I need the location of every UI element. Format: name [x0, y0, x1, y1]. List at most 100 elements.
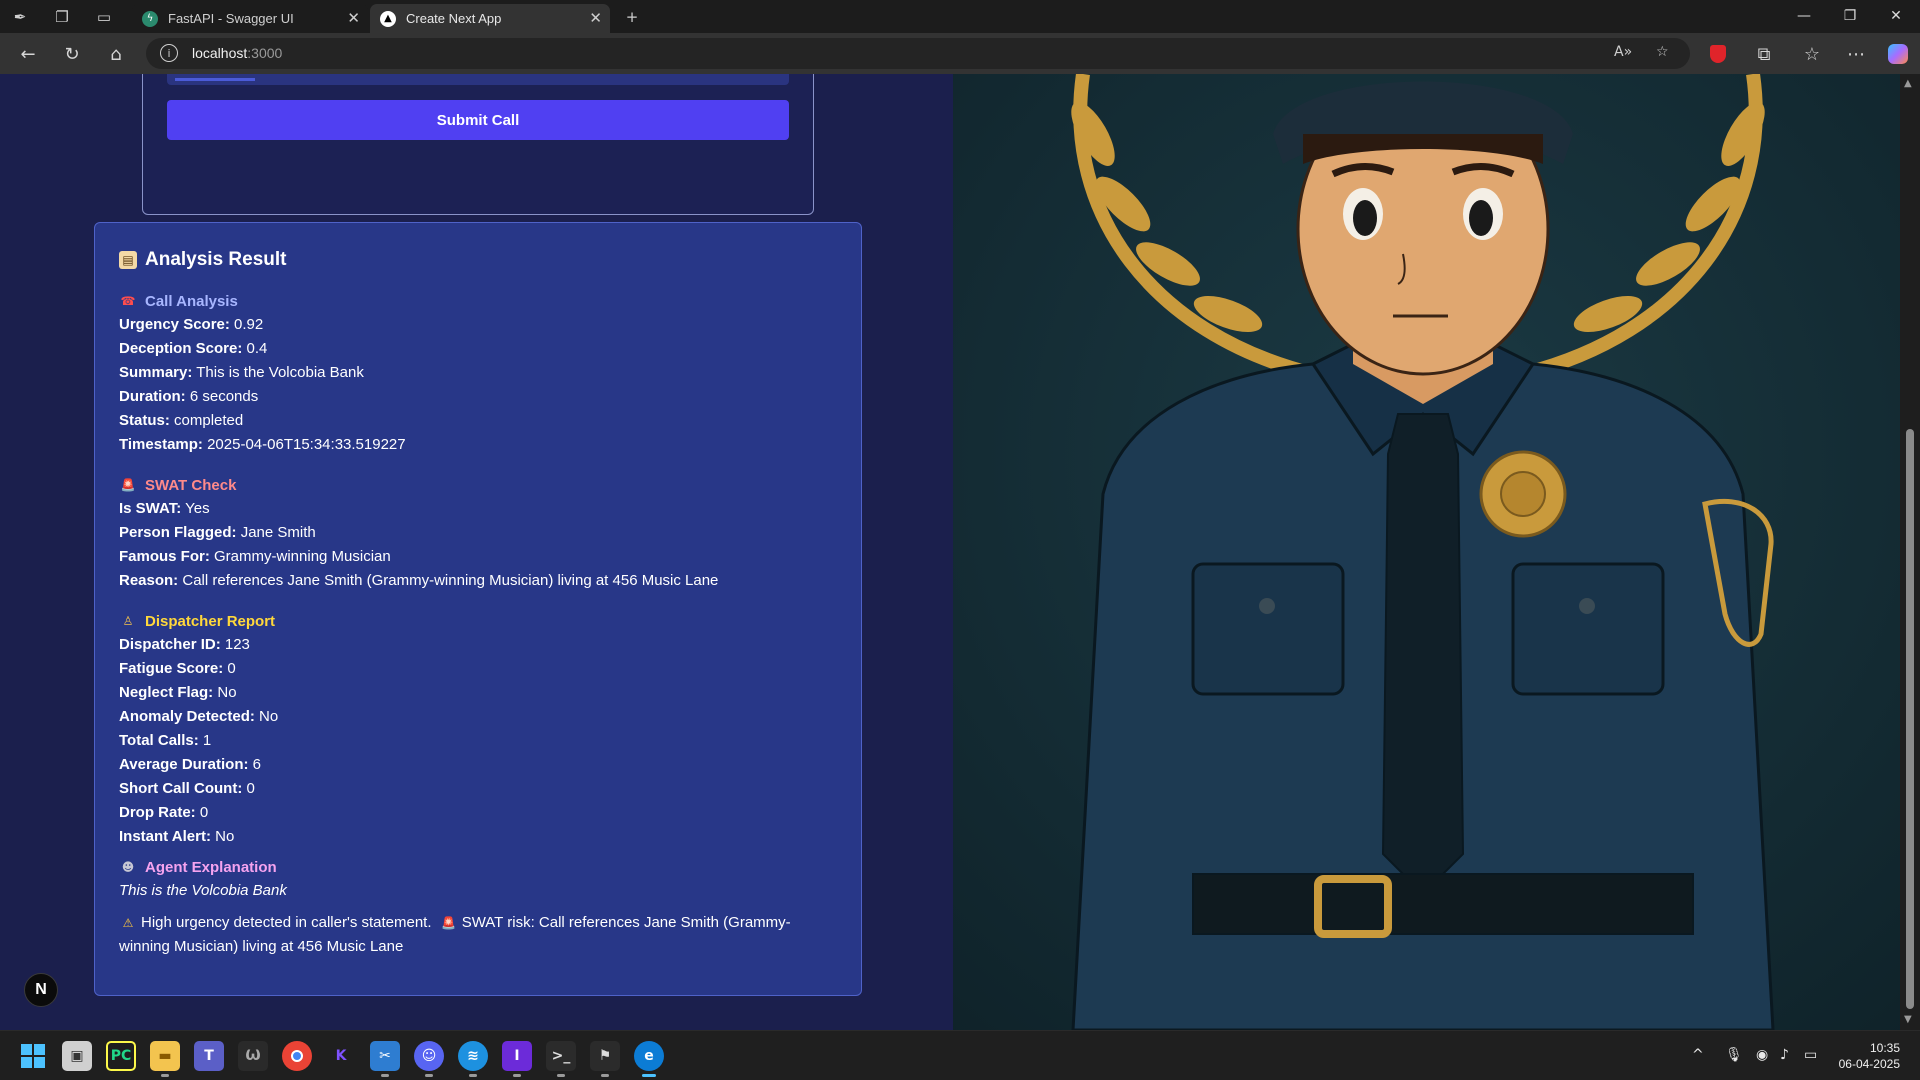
- windows-start-icon[interactable]: [18, 1041, 48, 1071]
- call-analysis-section: ☎ Call Analysis Urgency Score: 0.92 Dece…: [119, 289, 839, 457]
- famous-for-row: Famous For: Grammy-winning Musician: [119, 548, 391, 565]
- terminal-icon[interactable]: >_: [546, 1041, 576, 1077]
- tray-overflow-icon[interactable]: ^: [1692, 1047, 1704, 1063]
- tab-title: FastAPI - Swagger UI: [168, 11, 294, 26]
- anomaly-detected-row: Anomaly Detected: No: [119, 708, 279, 725]
- warning-icon: ⚠: [122, 916, 134, 930]
- deception-score-row: Deception Score: 0.4: [119, 340, 268, 357]
- agent-explanation-section: ☻ Agent Explanation This is the Volcobia…: [119, 855, 839, 959]
- analysis-result-title: Analysis Result: [145, 249, 287, 270]
- analysis-result-heading: ▤ Analysis Result: [119, 249, 287, 271]
- summary-row: Summary: This is the Volcobia Bank: [119, 364, 364, 381]
- scroll-up-icon[interactable]: ▲: [1904, 78, 1912, 89]
- battery-icon[interactable]: ▭: [1804, 1047, 1817, 1063]
- more-menu-icon[interactable]: ⋯: [1844, 42, 1868, 66]
- agent-note: ⚠ High urgency detected in caller's state…: [119, 914, 791, 955]
- section-title: SWAT Check: [145, 476, 237, 494]
- tab-title: Create Next App: [406, 11, 502, 26]
- urgency-score-row: Urgency Score: 0.92: [119, 316, 264, 333]
- tab-fastapi[interactable]: ϟ FastAPI - Swagger UI ✕: [132, 4, 368, 33]
- section-title: Dispatcher Report: [145, 612, 276, 630]
- task-view-icon[interactable]: ▣: [62, 1041, 92, 1071]
- refresh-icon[interactable]: ↻: [60, 42, 84, 66]
- page-scrollbar[interactable]: ▲ ▼: [1900, 74, 1920, 1030]
- reason-row: Reason: Call references Jane Smith (Gram…: [119, 572, 719, 589]
- edge-icon[interactable]: e: [634, 1041, 664, 1077]
- snipping-tool-icon[interactable]: ✂: [370, 1041, 400, 1077]
- intellij-icon[interactable]: I: [502, 1041, 532, 1077]
- fastapi-favicon-icon: ϟ: [142, 10, 158, 27]
- copilot-icon[interactable]: [1886, 42, 1910, 66]
- scroll-down-icon[interactable]: ▼: [1904, 1014, 1912, 1025]
- clipboard-icon: ▤: [119, 251, 137, 269]
- section-title: Agent Explanation: [145, 858, 277, 876]
- teams-icon[interactable]: T: [194, 1041, 224, 1071]
- tab-create-next-app[interactable]: ▲ Create Next App ✕: [370, 4, 610, 33]
- instant-alert-row: Instant Alert: No: [119, 828, 235, 845]
- tab-actions-icon[interactable]: ▭: [93, 6, 115, 28]
- status-row: Status: completed: [119, 412, 244, 429]
- chrome-icon[interactable]: [282, 1041, 312, 1071]
- read-aloud-icon[interactable]: A»: [1614, 44, 1632, 60]
- close-window-icon[interactable]: ✕: [1874, 4, 1918, 28]
- person-flagged-row: Person Flagged: Jane Smith: [119, 524, 316, 541]
- extension-adblock-icon[interactable]: [1706, 42, 1730, 66]
- neglect-flag-row: Neglect Flag: No: [119, 684, 237, 701]
- favorite-star-icon[interactable]: ☆: [1656, 44, 1669, 60]
- dispatcher-report-heading: ♙ Dispatcher Report: [119, 609, 839, 633]
- dispatcher-id-row: Dispatcher ID: 123: [119, 636, 250, 653]
- site-info-icon[interactable]: i: [160, 44, 178, 62]
- close-tab-icon[interactable]: ✕: [589, 9, 602, 27]
- is-swat-row: Is SWAT: Yes: [119, 500, 210, 517]
- dispatcher-report-section: ♙ Dispatcher Report Dispatcher ID: 123 F…: [119, 609, 839, 849]
- navigation-bar: ← ↻ ⌂ i localhost:3000 A» ☆ ⧉ ☆ ⋯: [0, 33, 1920, 74]
- section-title: Call Analysis: [145, 292, 238, 310]
- short-call-count-row: Short Call Count: 0: [119, 780, 255, 797]
- restore-icon[interactable]: ❐: [1828, 4, 1872, 28]
- docker-icon[interactable]: ≋: [458, 1041, 488, 1077]
- form-input-partial[interactable]: [167, 74, 789, 85]
- browser-profile-icon[interactable]: ✒: [9, 6, 31, 28]
- extensions-icon[interactable]: ⧉: [1752, 42, 1776, 66]
- police-officer-illustration: [953, 74, 1900, 1030]
- discord-icon[interactable]: ☺: [414, 1041, 444, 1077]
- robot-icon: ☻: [121, 860, 135, 874]
- nextjs-dev-indicator[interactable]: N: [24, 973, 58, 1007]
- volume-icon[interactable]: ♪: [1780, 1047, 1789, 1063]
- page-content: Submit Call ▤ Analysis Result ☎ Call Ana…: [0, 74, 1920, 1030]
- fatigue-score-row: Fatigue Score: 0: [119, 660, 236, 677]
- agent-summary: This is the Volcobia Bank: [119, 882, 287, 899]
- close-tab-icon[interactable]: ✕: [347, 9, 360, 27]
- address-bar[interactable]: i localhost:3000 A» ☆: [146, 38, 1690, 69]
- officer-artwork: [953, 74, 1900, 1030]
- clock-date: 06-04-2025: [1838, 1057, 1900, 1071]
- microphone-icon[interactable]: 🎙: [1725, 1047, 1743, 1063]
- wifi-icon[interactable]: ◉: [1756, 1047, 1768, 1063]
- dispatcher-person-icon: ♙: [122, 614, 134, 628]
- submit-call-button[interactable]: Submit Call: [167, 100, 789, 140]
- minimize-icon[interactable]: —: [1782, 4, 1826, 28]
- home-icon[interactable]: ⌂: [104, 42, 128, 66]
- armoury-icon[interactable]: Ѡ: [238, 1041, 268, 1071]
- back-icon[interactable]: ←: [16, 42, 40, 66]
- siren-icon: 🚨: [441, 916, 457, 930]
- scrollbar-thumb[interactable]: [1906, 429, 1914, 1009]
- timestamp-row: Timestamp: 2025-04-06T15:34:33.519227: [119, 436, 406, 453]
- duration-row: Duration: 6 seconds: [119, 388, 259, 405]
- favorites-icon[interactable]: ☆: [1800, 42, 1824, 66]
- app-icon[interactable]: ⚑: [590, 1041, 620, 1077]
- total-calls-row: Total Calls: 1: [119, 732, 212, 749]
- kotlin-icon[interactable]: K: [326, 1041, 356, 1071]
- file-explorer-icon[interactable]: ▬: [150, 1041, 180, 1077]
- browser-chrome: ✒ ❐ ▭ ϟ FastAPI - Swagger UI ✕ ▲ Create …: [0, 0, 1920, 74]
- pycharm-icon[interactable]: PC: [106, 1041, 136, 1071]
- workspaces-icon[interactable]: ❐: [51, 6, 73, 28]
- call-analysis-heading: ☎ Call Analysis: [119, 289, 839, 313]
- url-text: localhost:3000: [192, 45, 283, 61]
- nextjs-favicon-icon: ▲: [380, 10, 396, 27]
- phone-icon: ☎: [120, 294, 136, 308]
- siren-icon: 🚨: [120, 478, 136, 492]
- system-clock[interactable]: 10:35 06-04-2025: [1839, 1040, 1900, 1072]
- call-form-card: Submit Call: [142, 74, 814, 215]
- new-tab-icon[interactable]: +: [621, 6, 643, 28]
